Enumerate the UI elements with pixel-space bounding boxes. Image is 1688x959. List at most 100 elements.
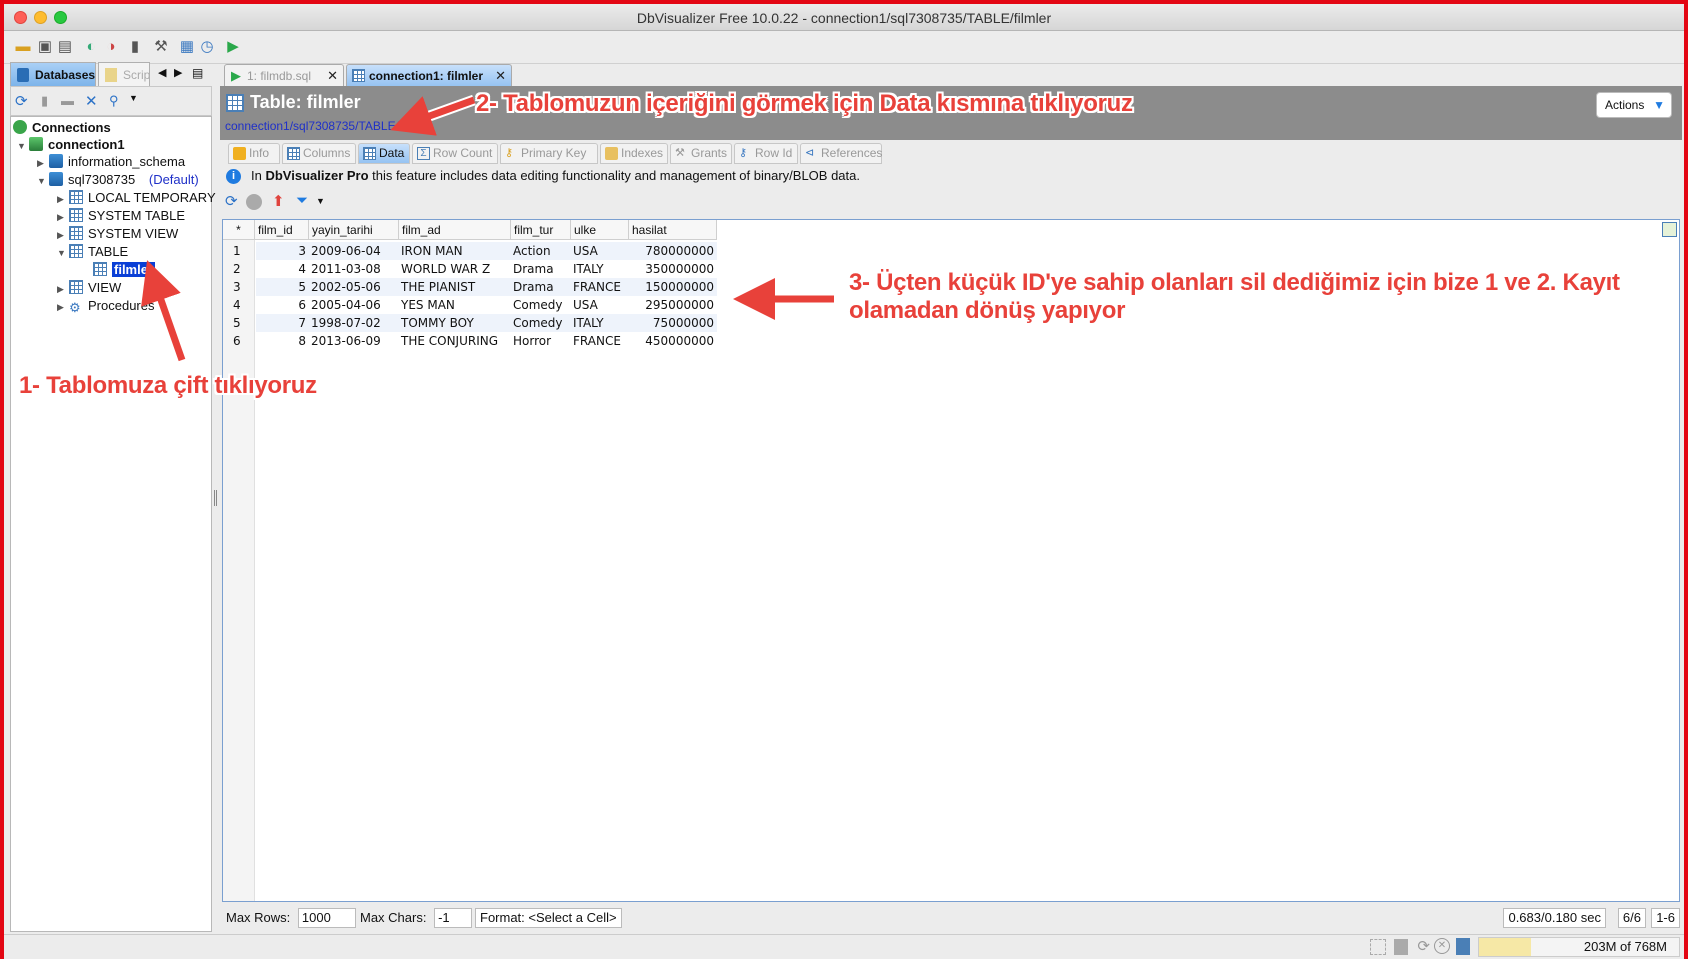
cell-yayin-tarihi[interactable]: 2013-06-09 [311, 332, 401, 350]
cell-film-id[interactable]: 7 [255, 314, 309, 332]
tab-filmdb-sql[interactable]: ▶ 1: filmdb.sql ✕ [224, 64, 344, 86]
cell-film-ad[interactable]: IRON MAN [401, 242, 513, 260]
column-header-film-id[interactable]: film_id [255, 220, 309, 240]
cell-ulke[interactable]: FRANCE [573, 332, 631, 350]
column-header-yayin-tarihi[interactable]: yayin_tarihi [309, 220, 399, 240]
collapsed-triangle-icon[interactable]: ▶ [57, 208, 69, 226]
cell-film-tur[interactable]: Comedy [513, 314, 573, 332]
chevron-down-icon[interactable]: ▼ [129, 93, 138, 103]
tree-node-local-temporary[interactable]: ▶ LOCAL TEMPORARY [57, 189, 216, 207]
cell-yayin-tarihi[interactable]: 2005-04-06 [311, 296, 401, 314]
connect-icon[interactable]: ◐ [82, 38, 100, 56]
clock-icon[interactable]: ◷ [198, 38, 216, 56]
tab-row-id[interactable]: ⚷ Row Id [734, 143, 798, 164]
tab-data[interactable]: Data [358, 143, 410, 164]
tab-list-icon[interactable]: ▤ [192, 66, 203, 80]
cell-yayin-tarihi[interactable]: 2009-06-04 [311, 242, 401, 260]
tab-scripts[interactable]: Scrip [98, 62, 150, 86]
cell-hasilat[interactable]: 780000000 [629, 242, 717, 260]
cell-ulke[interactable]: ITALY [573, 314, 631, 332]
tab-scroll-right-icon[interactable]: ▶ [174, 66, 182, 79]
database-status-icon[interactable] [1394, 939, 1408, 955]
column-header-film-tur[interactable]: film_tur [511, 220, 571, 240]
cell-film-tur[interactable]: Horror [513, 332, 573, 350]
column-header-ulke[interactable]: ulke [571, 220, 629, 240]
column-header-hasilat[interactable]: hasilat [629, 220, 717, 240]
row-number[interactable]: 4 [233, 296, 241, 314]
collapsed-triangle-icon[interactable]: ▶ [57, 298, 69, 316]
object-path-link[interactable]: connection1/sql7308735/TABLE/filmler [225, 119, 431, 133]
run-icon[interactable]: ▶ [224, 38, 242, 56]
tab-indexes[interactable]: Indexes [600, 143, 668, 164]
cell-ulke[interactable]: USA [573, 242, 631, 260]
cancel-icon[interactable]: ✕ [1434, 938, 1450, 954]
cell-yayin-tarihi[interactable]: 1998-07-02 [311, 314, 401, 332]
grid-settings-icon[interactable] [1662, 222, 1677, 237]
sync-icon[interactable]: ⟳ [1417, 937, 1430, 955]
stop-icon[interactable] [246, 194, 262, 210]
expand-triangle-icon[interactable]: ▼ [37, 172, 49, 190]
row-number[interactable]: 5 [233, 314, 241, 332]
close-icon[interactable]: ✕ [495, 65, 506, 87]
expand-triangle-icon[interactable]: ▼ [57, 244, 69, 262]
max-rows-input[interactable]: 1000 [297, 908, 356, 928]
tools-icon[interactable]: ⚒ [152, 38, 170, 56]
refresh-icon[interactable]: ⟳ [225, 192, 238, 210]
cell-film-tur[interactable]: Drama [513, 278, 573, 296]
cell-film-ad[interactable]: THE CONJURING [401, 332, 513, 350]
tree-node-filmler[interactable]: filmler [93, 261, 157, 279]
cell-film-tur[interactable]: Drama [513, 260, 573, 278]
cell-yayin-tarihi[interactable]: 2002-05-06 [311, 278, 401, 296]
save-all-icon[interactable]: ▤ [56, 38, 74, 56]
cell-film-tur[interactable]: Comedy [513, 296, 573, 314]
tree-node-procedures[interactable]: ▶ ⚙ Procedures [57, 297, 154, 315]
memory-indicator[interactable]: 203M of 768M [1478, 937, 1680, 957]
tab-info[interactable]: Info [228, 143, 280, 164]
cell-hasilat[interactable]: 450000000 [629, 332, 717, 350]
actions-button[interactable]: Actions ▼ [1596, 92, 1672, 118]
tab-grants[interactable]: ⚒ Grants [670, 143, 732, 164]
cell-hasilat[interactable]: 350000000 [629, 260, 717, 278]
expand-triangle-icon[interactable]: ▼ [17, 137, 29, 155]
cell-film-id[interactable]: 5 [255, 278, 309, 296]
tab-row-count[interactable]: Σ Row Count [412, 143, 498, 164]
collapsed-triangle-icon[interactable]: ▶ [57, 280, 69, 298]
row-number[interactable]: 1 [233, 242, 241, 260]
save-icon[interactable]: ▣ [36, 38, 54, 56]
filter-icon[interactable]: ⚲ [109, 93, 119, 109]
grid-status-icon[interactable] [1370, 939, 1386, 955]
cell-film-id[interactable]: 4 [255, 260, 309, 278]
cell-film-tur[interactable]: Action [513, 242, 573, 260]
tree-node-information-schema[interactable]: ▶ information_schema [37, 153, 185, 171]
cell-hasilat[interactable]: 295000000 [629, 296, 717, 314]
close-icon[interactable]: ✕ [327, 65, 338, 87]
database-icon[interactable]: ▮ [126, 38, 144, 56]
cell-yayin-tarihi[interactable]: 2011-03-08 [311, 260, 401, 278]
tree-node-connection1[interactable]: ▼ connection1 [17, 136, 125, 154]
new-connection-icon[interactable]: ▮ [41, 93, 48, 109]
panel-splitter[interactable] [212, 62, 220, 932]
trash-icon[interactable] [1456, 938, 1470, 955]
delete-icon[interactable]: ▬ [61, 93, 74, 108]
row-number[interactable]: 6 [233, 332, 241, 350]
row-number[interactable]: 3 [233, 278, 241, 296]
cell-ulke[interactable]: FRANCE [573, 278, 631, 296]
tab-connection1-filmler[interactable]: connection1: filmler ✕ [346, 64, 512, 86]
cell-film-ad[interactable]: YES MAN [401, 296, 513, 314]
cell-film-ad[interactable]: WORLD WAR Z [401, 260, 513, 278]
max-chars-input[interactable]: -1 [434, 908, 473, 928]
collapsed-triangle-icon[interactable]: ▶ [37, 154, 49, 172]
export-icon[interactable]: ⬆ [272, 192, 285, 210]
cell-film-ad[interactable]: TOMMY BOY [401, 314, 513, 332]
disconnect-icon[interactable]: ◑ [102, 38, 120, 56]
collapsed-triangle-icon[interactable]: ▶ [57, 190, 69, 208]
tree-node-table[interactable]: ▼ TABLE [57, 243, 128, 261]
cell-film-id[interactable]: 8 [255, 332, 309, 350]
tree-node-connections[interactable]: Connections [13, 119, 111, 137]
tab-primary-key[interactable]: ⚷ Primary Key [500, 143, 598, 164]
cell-hasilat[interactable]: 75000000 [629, 314, 717, 332]
tree-node-sql7308735[interactable]: ▼ sql7308735 (Default) [37, 171, 199, 189]
cell-film-id[interactable]: 6 [255, 296, 309, 314]
row-number[interactable]: 2 [233, 260, 241, 278]
tree-node-system-table[interactable]: ▶ SYSTEM TABLE [57, 207, 185, 225]
